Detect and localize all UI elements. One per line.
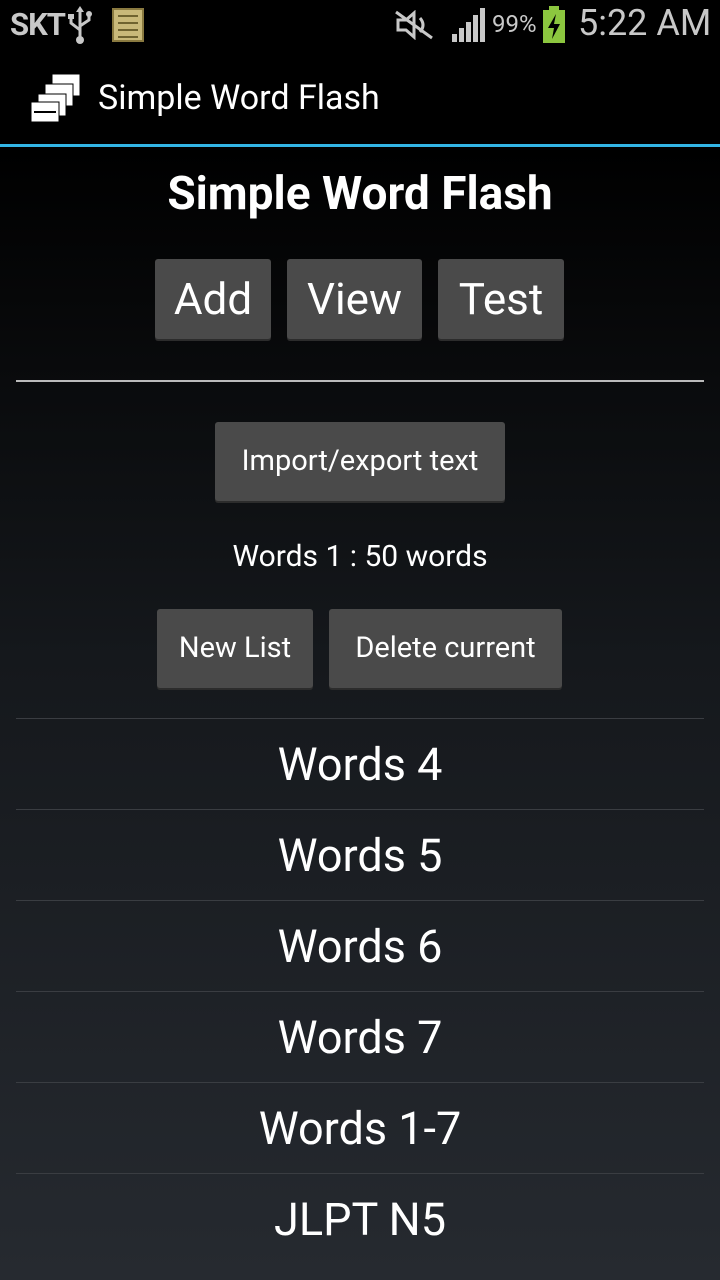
new-list-button[interactable]: New List [157, 609, 313, 688]
app-logo-icon[interactable] [30, 74, 84, 124]
battery-percent: 99% [492, 10, 537, 38]
battery-charging-icon [543, 6, 565, 43]
mute-icon [395, 10, 433, 40]
list-item-words-5[interactable]: Words 5 [16, 809, 704, 900]
signal-icon [452, 8, 485, 42]
list-item-words-7[interactable]: Words 7 [16, 991, 704, 1082]
test-button[interactable]: Test [438, 259, 564, 339]
list-item-words-1-7[interactable]: Words 1-7 [16, 1082, 704, 1173]
divider [16, 380, 704, 382]
status-bar: SKT 99% 5:22 AM [0, 0, 720, 50]
import-export-button[interactable]: Import/export text [215, 422, 505, 501]
current-list-info: Words 1 : 50 words [232, 539, 488, 574]
main-content: Simple Word Flash Add View Test Import/e… [0, 147, 720, 1280]
list-item-words-4[interactable]: Words 4 [16, 718, 704, 809]
carrier-label: SKT [10, 6, 66, 43]
add-button[interactable]: Add [155, 259, 271, 339]
app-title: Simple Word Flash [98, 78, 380, 118]
view-button[interactable]: View [287, 259, 422, 339]
word-list: Words 4 Words 5 Words 6 Words 7 Words 1-… [16, 718, 704, 1264]
list-item-words-6[interactable]: Words 6 [16, 900, 704, 991]
list-item-jlpt-n5[interactable]: JLPT N5 [16, 1173, 704, 1264]
notes-icon [112, 8, 144, 42]
action-bar: Simple Word Flash [0, 50, 720, 147]
usb-icon [68, 6, 92, 44]
delete-current-button[interactable]: Delete current [329, 609, 562, 688]
page-title: Simple Word Flash [167, 167, 553, 221]
clock: 5:22 AM [578, 2, 712, 44]
